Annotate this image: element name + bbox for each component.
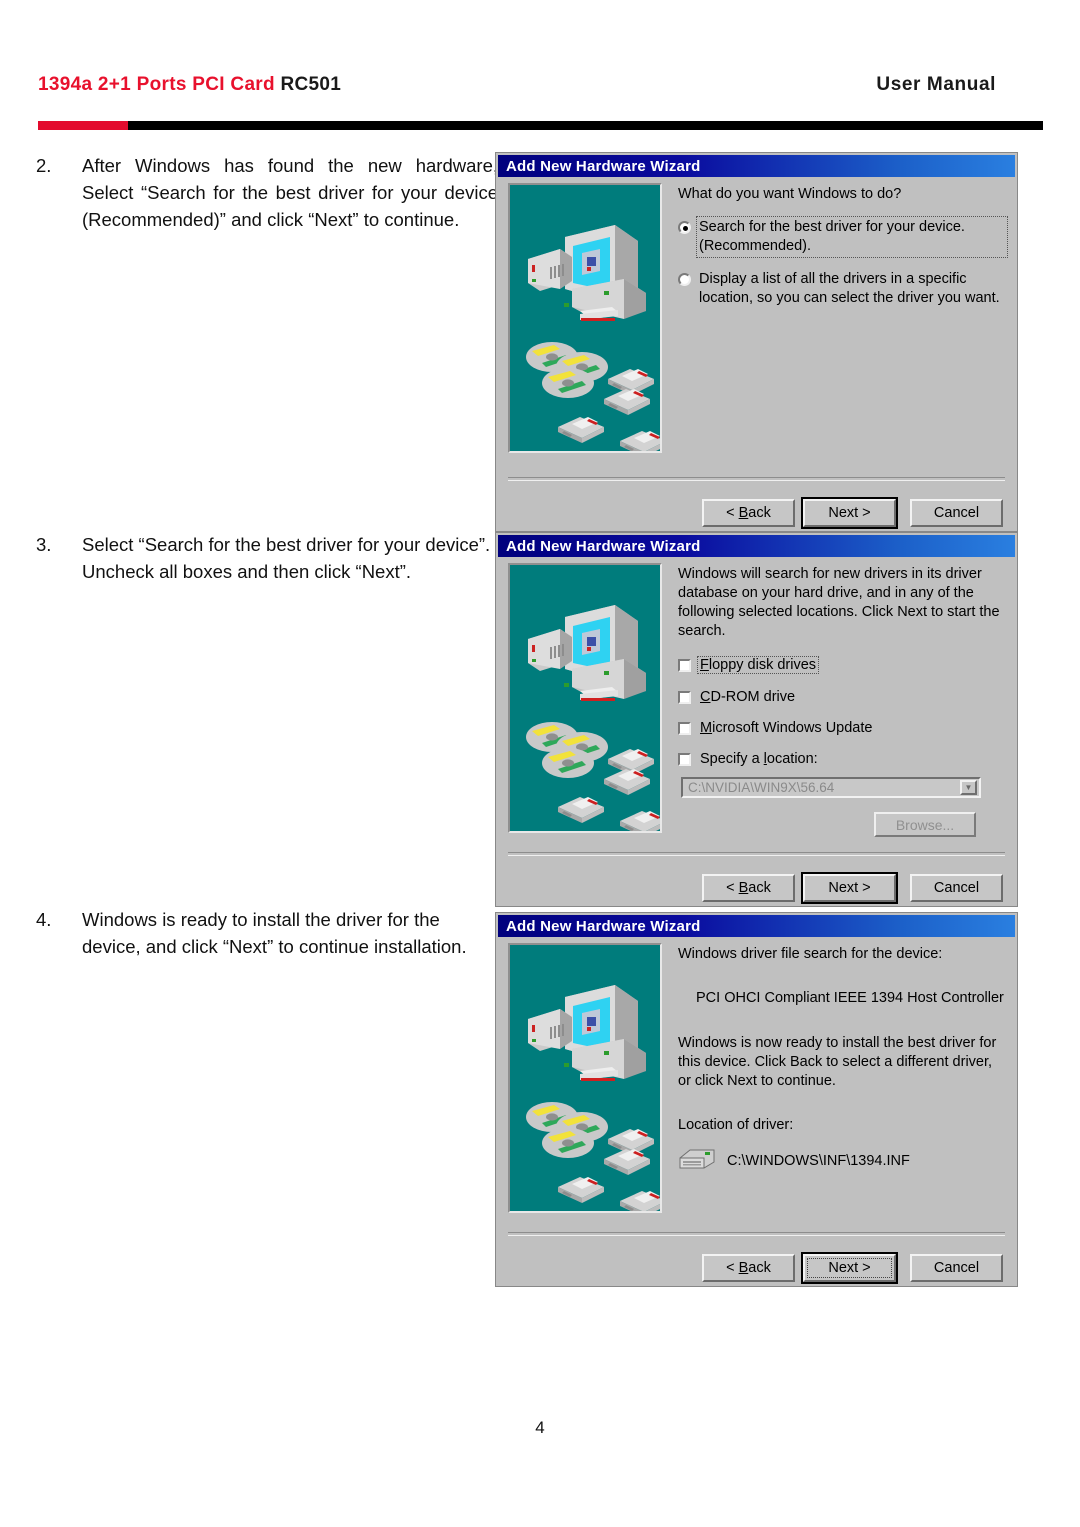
manual-title-product: 1394a 2+1 Ports PCI Card [38, 74, 275, 95]
checkbox-specify-a-location-label: Specify a location: [700, 751, 818, 767]
browse-button-label: Browse... [895, 816, 955, 833]
dialog-1-title: Add New Hardware Wizard [506, 157, 701, 175]
next-button[interactable]: Next > [801, 1252, 898, 1284]
checkbox-floppy-disk-drives[interactable]: Floppy disk drives [678, 656, 1005, 674]
radio-selected-icon[interactable] [678, 221, 691, 234]
dialog-2-title: Add New Hardware Wizard [506, 537, 701, 555]
checkbox-microsoft-windows-update[interactable]: Microsoft Windows Update [678, 720, 1005, 736]
checkbox-specify-a-location[interactable]: Specify a location: [678, 751, 1005, 767]
dialog-1-content: What do you want Windows to do? Search f… [678, 185, 1008, 308]
add-new-hardware-wizard-dialog-2[interactable]: Add New Hardware Wizard Windows will sea… [495, 532, 1018, 907]
next-button-label: Next > [828, 880, 871, 896]
next-button-label: Next > [828, 505, 871, 521]
floppy-disk-icon [678, 1146, 716, 1175]
step-2-number: 2. [36, 155, 52, 176]
checkbox-unchecked-icon[interactable] [678, 721, 691, 735]
page-number: 4 [535, 1418, 545, 1437]
option-display-driver-list-label: Display a list of all the drivers in a s… [699, 271, 1000, 306]
location-combobox-value: C:\NVIDIA\WIN9X\56.64 [688, 780, 835, 795]
option-display-driver-list[interactable]: Display a list of all the drivers in a s… [678, 270, 1005, 308]
step-3-number: 3. [36, 534, 52, 555]
back-button[interactable]: < Back [702, 499, 795, 527]
manual-title-model: RC501 [280, 74, 342, 95]
next-button[interactable]: Next > [801, 497, 898, 529]
dialog-2-content: Windows will search for new drivers in i… [678, 565, 1005, 837]
wizard-illustration-icon [508, 563, 662, 833]
dialog-1-body: What do you want Windows to do? Search f… [498, 179, 1015, 529]
dialog-3-content: Windows driver file search for the devic… [678, 945, 1005, 1175]
back-button-accel: B [738, 505, 749, 521]
dialog-1-button-row: < Back Next > Cancel [702, 497, 1003, 529]
location-combobox[interactable]: C:\NVIDIA\WIN9X\56.64 ▼ [681, 777, 981, 798]
add-new-hardware-wizard-dialog-1[interactable]: Add New Hardware Wizard What do you want… [495, 152, 1018, 532]
checkbox-microsoft-windows-update-label: Microsoft Windows Update [700, 720, 873, 736]
manual-kind-label: User Manual [876, 74, 996, 95]
back-button-accel: B [738, 1260, 749, 1276]
checkbox-unchecked-icon[interactable] [678, 690, 691, 704]
step-4-number: 4. [36, 909, 52, 930]
instruction-step-2: 2. After Windows has found the new hardw… [36, 152, 498, 233]
page-header: 1394a 2+1 Ports PCI Card RC501 User Manu… [0, 0, 1080, 130]
back-button[interactable]: < Back [702, 1254, 795, 1282]
header-divider-rule [38, 121, 1043, 130]
step-4-text: Windows is ready to install the driver f… [82, 909, 467, 957]
checkbox-cd-rom-drive[interactable]: CD-ROM drive [678, 689, 1005, 705]
dialog-3-ready-text: Windows is now ready to install the best… [678, 1035, 997, 1089]
manual-title: 1394a 2+1 Ports PCI Card RC501 [38, 74, 341, 96]
next-button[interactable]: Next > [801, 872, 898, 904]
checkbox-cd-rom-drive-label: CD-ROM drive [700, 689, 796, 705]
browse-button[interactable]: Browse... [874, 812, 976, 837]
dialog-3-title: Add New Hardware Wizard [506, 917, 701, 935]
back-button[interactable]: < Back [702, 874, 795, 902]
dialog-3-button-row: < Back Next > Cancel [702, 1252, 1003, 1284]
driver-path-value: C:\WINDOWS\INF\1394.INF [727, 1152, 910, 1169]
wizard-illustration-icon [508, 183, 662, 453]
location-of-driver-label: Location of driver: [678, 1117, 794, 1133]
option-search-best-driver-label: Search for the best driver for your devi… [696, 216, 1008, 258]
next-button-label: Next > [828, 1260, 871, 1276]
dialog-2-titlebar: Add New Hardware Wizard [498, 535, 1015, 557]
dialog-3-body: Windows driver file search for the devic… [498, 939, 1015, 1284]
chevron-down-icon[interactable]: ▼ [960, 780, 977, 795]
step-3-text: Select “Search for the best driver for y… [82, 534, 491, 582]
dialog-2-separator [508, 852, 1005, 856]
instruction-step-3: 3. Select “Search for the best driver fo… [36, 531, 498, 585]
device-name-label: PCI OHCI Compliant IEEE 1394 Host Contro… [696, 990, 1004, 1006]
dialog-1-titlebar: Add New Hardware Wizard [498, 155, 1015, 177]
wizard-illustration-icon [508, 943, 662, 1213]
dialog-1-prompt: What do you want Windows to do? [678, 186, 902, 202]
instruction-step-4: 4. Windows is ready to install the drive… [36, 906, 498, 960]
add-new-hardware-wizard-dialog-3[interactable]: Add New Hardware Wizard Windows driver f… [495, 912, 1018, 1287]
dialog-3-titlebar: Add New Hardware Wizard [498, 915, 1015, 937]
dialog-3-prompt: Windows driver file search for the devic… [678, 946, 943, 962]
option-search-best-driver[interactable]: Search for the best driver for your devi… [678, 216, 1008, 258]
cancel-button-label: Cancel [933, 1260, 980, 1276]
driver-path-row: C:\WINDOWS\INF\1394.INF [678, 1146, 1005, 1175]
dialog-3-separator [508, 1232, 1005, 1236]
checkbox-unchecked-icon[interactable] [678, 658, 691, 672]
checkbox-floppy-disk-drives-label: Floppy disk drives [697, 656, 820, 674]
back-button-accel: B [738, 880, 749, 896]
step-2-text: After Windows has found the new hardware… [82, 155, 498, 230]
cancel-button[interactable]: Cancel [910, 1254, 1003, 1282]
dialog-2-prompt: Windows will search for new drivers in i… [678, 566, 1000, 639]
dialog-1-separator [508, 477, 1005, 481]
cancel-button-label: Cancel [933, 505, 980, 521]
cancel-button[interactable]: Cancel [910, 499, 1003, 527]
radio-unselected-icon[interactable] [678, 273, 691, 286]
checkbox-unchecked-icon[interactable] [678, 752, 691, 766]
cancel-button-label: Cancel [933, 880, 980, 896]
dialog-2-body: Windows will search for new drivers in i… [498, 559, 1015, 904]
dialog-2-button-row: < Back Next > Cancel [702, 872, 1003, 904]
cancel-button[interactable]: Cancel [910, 874, 1003, 902]
header-divider-rule-accent [38, 121, 128, 130]
